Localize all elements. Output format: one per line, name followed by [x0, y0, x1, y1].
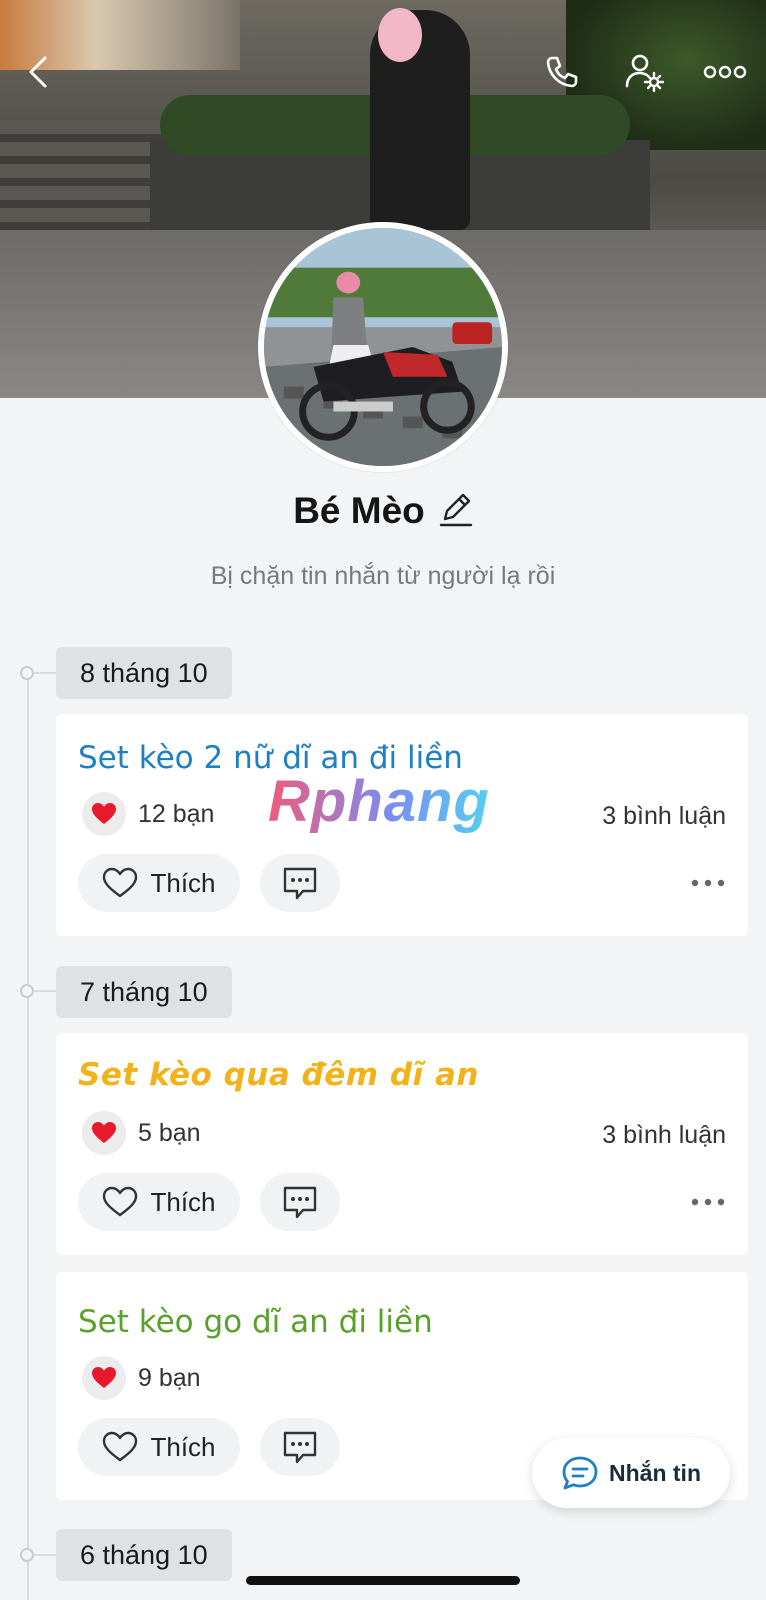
comment-icon: [283, 1431, 317, 1464]
comment-button[interactable]: [260, 854, 340, 912]
pencil-icon[interactable]: [439, 491, 473, 532]
like-button[interactable]: Thích: [78, 1173, 240, 1231]
chat-bubble-icon: [562, 1456, 598, 1490]
profile-status: Bị chặn tin nhắn từ người lạ rồi: [210, 562, 556, 590]
heart-outline-icon: [103, 1431, 138, 1462]
date-chip: 7 tháng 10: [56, 966, 232, 1018]
timeline-line: [27, 672, 29, 1600]
comment-count[interactable]: 3 bình luận: [602, 802, 726, 831]
reaction-summary[interactable]: 9 bạn: [82, 1356, 201, 1400]
reaction-summary[interactable]: 12 bạn: [82, 792, 214, 836]
heart-icon: [82, 1111, 126, 1155]
reaction-summary[interactable]: 5 bạn: [82, 1111, 201, 1155]
timeline-dot: [20, 1548, 34, 1562]
like-count: 5 bạn: [138, 1118, 201, 1147]
message-button-label: Nhắn tin: [609, 1459, 701, 1486]
post-card[interactable]: Set kèo qua đêm dĩ an 5 bạn 3 bình luận …: [56, 1033, 748, 1255]
timeline-dot: [20, 666, 34, 680]
user-gear-icon[interactable]: [622, 50, 666, 94]
message-button[interactable]: Nhắn tin: [532, 1438, 730, 1508]
comment-button[interactable]: [260, 1418, 340, 1476]
top-bar: [0, 50, 766, 100]
post-more-icon[interactable]: [688, 868, 728, 898]
comment-icon: [283, 867, 317, 900]
comment-icon: [283, 1186, 317, 1219]
like-count: 9 bạn: [138, 1363, 201, 1392]
heart-outline-icon: [103, 867, 138, 898]
post-title[interactable]: Set kèo go dĩ an đi liền: [78, 1304, 433, 1340]
back-icon[interactable]: [20, 50, 56, 94]
more-icon[interactable]: [700, 50, 750, 94]
comment-count[interactable]: 3 bình luận: [602, 1121, 726, 1150]
like-count: 12 bạn: [138, 799, 215, 828]
comment-button[interactable]: [260, 1173, 340, 1231]
avatar[interactable]: [258, 222, 508, 472]
watermark: Rphang: [268, 769, 490, 834]
profile-name: Bé Mèo: [293, 490, 425, 531]
date-chip: 8 tháng 10: [56, 647, 232, 699]
like-label: Thích: [150, 1431, 216, 1462]
timeline-dot: [20, 984, 34, 998]
like-button[interactable]: Thích: [78, 1418, 240, 1476]
like-label: Thích: [150, 1186, 216, 1217]
profile-name-row: Bé Mèo: [0, 490, 766, 532]
heart-icon: [82, 792, 126, 836]
phone-icon[interactable]: [540, 50, 584, 94]
timeline-connector: [34, 1554, 56, 1556]
like-button[interactable]: Thích: [78, 854, 240, 912]
heart-icon: [82, 1356, 126, 1400]
post-title[interactable]: Set kèo qua đêm dĩ an: [78, 1057, 479, 1093]
timeline-connector: [34, 990, 56, 992]
heart-outline-icon: [103, 1186, 138, 1217]
date-chip: 6 tháng 10: [56, 1529, 232, 1581]
post-more-icon[interactable]: [688, 1187, 728, 1217]
timeline-connector: [34, 672, 56, 674]
like-label: Thích: [150, 867, 216, 898]
home-indicator[interactable]: [246, 1576, 520, 1585]
